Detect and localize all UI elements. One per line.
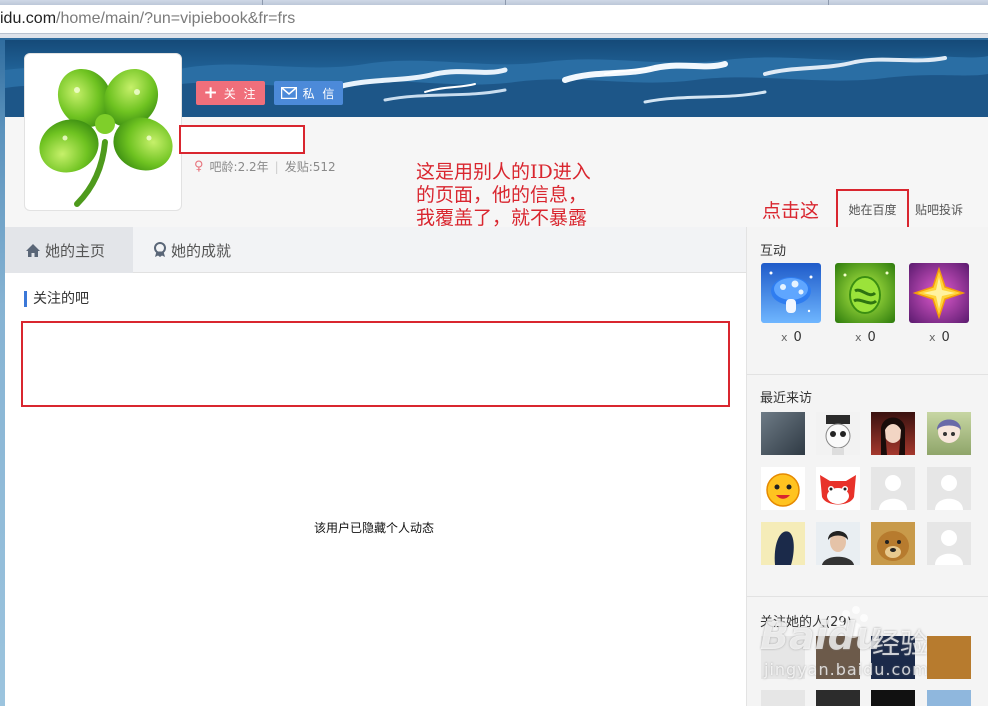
message-button[interactable]: 私 信 (274, 81, 343, 105)
gift-count: x0 (929, 330, 950, 345)
ta-in-baidu-label: 她在百度 (848, 202, 897, 217)
star-gift-icon[interactable] (909, 263, 969, 323)
envelope-icon (280, 87, 297, 99)
follower-avatar[interactable] (871, 690, 915, 706)
default-avatar-icon (879, 475, 907, 510)
visitor-avatar[interactable] (761, 412, 805, 455)
chick-avatar-icon (766, 473, 800, 507)
tab-label: 她的主页 (45, 241, 106, 260)
visitor-avatar[interactable] (871, 412, 915, 455)
recent-visitors-title: 最近来访 (760, 391, 813, 406)
followed-bars-title: 关注的吧 (24, 291, 89, 307)
follower-avatar[interactable] (816, 636, 860, 679)
mushroom-gift-icon[interactable] (761, 263, 821, 323)
follower-avatar[interactable] (927, 690, 971, 706)
egg-gift-graphic (843, 271, 889, 314)
sidebar-divider (747, 374, 988, 375)
default-avatar-icon (935, 475, 963, 510)
skull-avatar-icon (825, 415, 851, 455)
ta-in-baidu-link[interactable]: 她在百度 (836, 189, 909, 229)
profile-tabs: 她的主页 她的成就 (5, 227, 746, 273)
user-stats: ♀ 吧龄:2.2年 | 发贴:512 (194, 158, 336, 175)
person-avatar-icon (881, 417, 905, 455)
fox-avatar-icon (820, 475, 856, 505)
visitor-avatar[interactable] (816, 412, 860, 455)
visitor-avatar[interactable] (927, 412, 971, 455)
post-count: 发贴:512 (284, 160, 336, 174)
visitor-avatar-placeholder[interactable] (927, 522, 971, 565)
home-icon (26, 243, 40, 257)
visitor-avatar-placeholder[interactable] (871, 467, 915, 510)
visitor-avatar[interactable] (816, 467, 860, 510)
visitor-avatar[interactable] (871, 522, 915, 565)
address-bar-url[interactable]: idu.com/home/main/?un=vipiebook&fr=frs (0, 10, 295, 28)
message-button-label: 私 信 (302, 86, 337, 101)
interaction-title: 互动 (760, 244, 787, 259)
person-avatar-icon (822, 531, 854, 565)
anime-avatar-icon (937, 419, 961, 443)
dog-avatar-icon (877, 531, 909, 561)
visitor-avatar[interactable] (816, 522, 860, 565)
address-bar[interactable]: idu.com/home/main/?un=vipiebook&fr=frs (0, 5, 988, 34)
redacted-username-box (179, 125, 305, 154)
complain-link[interactable]: 贴吧投诉 (915, 201, 963, 218)
egg-gift-icon[interactable] (835, 263, 895, 323)
follower-avatar[interactable] (761, 636, 805, 679)
follower-avatar[interactable] (816, 690, 860, 706)
award-icon (154, 242, 166, 257)
visitor-avatar-placeholder[interactable] (927, 467, 971, 510)
followers-title: 关注她的人(29) (760, 615, 852, 630)
follower-avatar[interactable] (871, 636, 915, 679)
tab-her-home[interactable]: 她的主页 (5, 227, 133, 273)
stats-divider: | (274, 159, 279, 174)
clover-icon (39, 68, 173, 207)
plus-icon: + (203, 82, 220, 103)
avatar[interactable] (24, 53, 182, 211)
url-path: /home/main/?un=vipiebook&fr=frs (56, 10, 296, 27)
sidebar-divider (747, 596, 988, 597)
mushroom-gift-graphic (769, 271, 813, 313)
follow-button-label: 关 注 (223, 86, 258, 101)
follower-avatar[interactable] (927, 636, 971, 679)
bar-age: 吧龄:2.2年 (209, 160, 269, 174)
hidden-activity-message: 该用户已隐藏个人动态 (314, 521, 435, 535)
url-host: idu.com (0, 10, 57, 27)
visitor-avatar[interactable] (761, 467, 805, 510)
gift-count: x0 (855, 330, 876, 345)
visitor-avatar[interactable] (761, 522, 805, 565)
female-icon: ♀ (194, 159, 204, 174)
tab-her-achievements[interactable]: 她的成就 (133, 227, 273, 273)
tab-label: 她的成就 (171, 241, 232, 260)
default-avatar-icon (935, 530, 963, 565)
silhouette-avatar-icon (774, 531, 794, 565)
follow-button[interactable]: + 关 注 (196, 81, 265, 105)
gift-count: x0 (781, 330, 802, 345)
annotation-click-here: 点击这 (762, 200, 820, 222)
star-gift-graphic (912, 266, 966, 320)
follower-avatar[interactable] (761, 690, 805, 706)
redacted-bars-box (21, 321, 730, 407)
